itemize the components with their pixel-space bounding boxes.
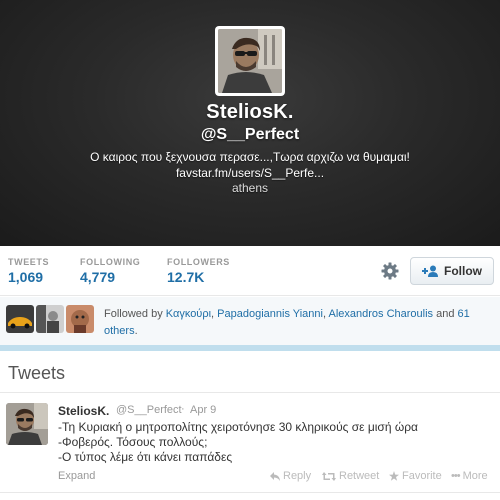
more-button[interactable]: ••• More xyxy=(451,470,488,482)
followed-by-text: Followed by Καγκούρι, Papadogiannis Yian… xyxy=(104,306,494,340)
tweet-separator-dot: · xyxy=(181,403,185,415)
follower-link[interactable]: Καγκούρι xyxy=(166,308,211,320)
follower-link[interactable]: Alexandros Charoulis xyxy=(328,308,433,320)
reply-icon xyxy=(270,471,280,481)
followed-by-section: Followed by Καγκούρι, Papadogiannis Yian… xyxy=(0,297,500,345)
more-label: More xyxy=(462,470,488,482)
period: . xyxy=(134,325,138,337)
tweet-text-line: -Ο τύπος λέμε ότι κάνει παπάδες xyxy=(58,450,233,464)
retweet-label: Retweet xyxy=(339,470,380,482)
stat-label: FOLLOWERS xyxy=(167,257,230,267)
profile-handle: @S__Perfect xyxy=(200,126,300,143)
stat-tweets[interactable]: TWEETS 1,069 xyxy=(8,257,49,285)
tweet-author-handle[interactable]: @S__Perfect xyxy=(116,404,182,416)
profile-bio: Ο καιρος που ξεχνουσα περασε...,Τωρα αρχ… xyxy=(0,149,500,181)
follower-link[interactable]: Papadogiannis Yianni xyxy=(217,308,323,320)
tweets-title: Tweets xyxy=(8,363,66,383)
follow-button-label: Follow xyxy=(444,264,482,278)
follower-avatar[interactable] xyxy=(6,305,34,333)
tweets-header: Tweets xyxy=(0,351,500,393)
star-icon xyxy=(389,471,399,481)
stat-label: FOLLOWING xyxy=(80,257,141,267)
bio-text: Ο καιρος που ξεχνουσα περασε...,Τωρα αρχ… xyxy=(90,150,410,164)
stat-following[interactable]: FOLLOWING 4,779 xyxy=(80,257,140,285)
follower-avatar[interactable] xyxy=(36,305,64,333)
retweet-icon xyxy=(322,471,336,481)
and-text: and xyxy=(433,308,458,320)
settings-gear-button[interactable] xyxy=(380,261,400,281)
tweet-text-line: -Τη Κυριακή ο μητροπολίτης χειροτόνησε 3… xyxy=(58,420,418,434)
tweet-expand-link[interactable]: Expand xyxy=(58,470,95,482)
stat-value: 4,779 xyxy=(80,269,116,285)
tweet-item[interactable]: SteliosK. @S__Perfect · Apr 9 -Τη Κυριακ… xyxy=(0,393,500,493)
tweet-timestamp[interactable]: Apr 9 xyxy=(190,404,216,416)
tweet-avatar[interactable] xyxy=(6,403,48,445)
stat-followers[interactable]: FOLLOWERS 12.7K xyxy=(167,257,230,285)
profile-avatar[interactable] xyxy=(215,26,285,96)
add-user-icon xyxy=(422,265,438,277)
more-dots-icon: ••• xyxy=(451,470,461,482)
tweet-divider xyxy=(0,492,500,493)
profile-location: athens xyxy=(231,181,269,195)
follower-avatar[interactable] xyxy=(66,305,94,333)
favorite-label: Favorite xyxy=(402,470,442,482)
stat-value: 12.7K xyxy=(167,269,205,285)
favorite-button[interactable]: Favorite xyxy=(389,470,442,482)
reply-button[interactable]: Reply xyxy=(270,470,311,482)
retweet-button[interactable]: Retweet xyxy=(322,470,379,482)
avatar-image xyxy=(218,29,282,93)
reply-label: Reply xyxy=(283,470,312,482)
stat-value: 1,069 xyxy=(8,269,44,285)
profile-header: SteliosK. @S__Perfect Ο καιρος που ξεχνο… xyxy=(0,0,500,246)
follow-button[interactable]: Follow xyxy=(410,257,494,285)
profile-url-link[interactable]: favstar.fm/users/S__Perfe... xyxy=(0,165,500,181)
tweet-text-line: -Φοβερός. Τόσους πολλούς; xyxy=(58,435,208,449)
tweet-author-name[interactable]: SteliosK. xyxy=(58,404,109,418)
stat-label: TWEETS xyxy=(8,257,50,267)
profile-name: SteliosK. xyxy=(206,101,294,123)
gear-icon xyxy=(381,262,399,280)
followed-by-prefix: Followed by xyxy=(104,308,166,320)
